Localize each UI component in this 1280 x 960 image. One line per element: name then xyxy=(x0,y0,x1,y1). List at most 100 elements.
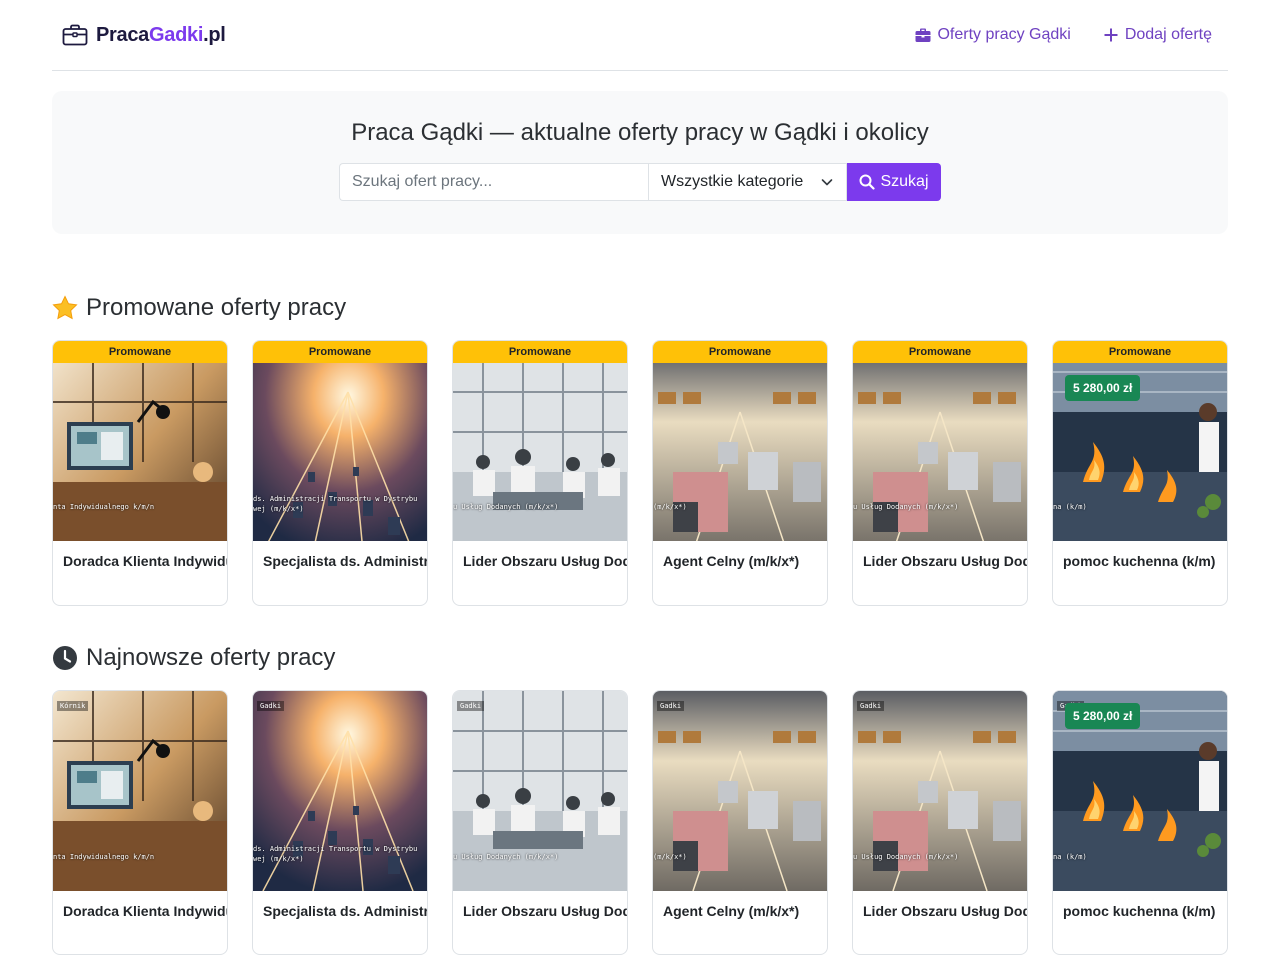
image-title-caption: u Usług Dodanych (m/k/x*) xyxy=(453,503,559,511)
nav-job-offers-link[interactable]: Oferty pracy Gądki xyxy=(915,26,1071,44)
image-title-caption: na (k/m) xyxy=(1053,503,1087,511)
job-offer-illustration xyxy=(653,691,827,891)
job-offer-card[interactable]: Gadki wej (m/k/x*) ds. Administracji Trans… xyxy=(252,690,428,955)
job-offer-image[interactable]: Gadkina (k/m)5 280,00 zł xyxy=(1053,691,1227,891)
newest-title-text: Najnowsze oferty pracy xyxy=(86,644,336,671)
salary-badge: 5 280,00 zł xyxy=(1065,703,1141,729)
promoted-badge: Promowane xyxy=(453,341,627,363)
job-offer-image[interactable]: na (k/m) 5 280,00 zł xyxy=(1053,363,1227,541)
job-offer-card[interactable]: Kórnik nta Indywidualnego k/m/n Doradca Kl… xyxy=(52,690,228,955)
image-location-caption: Gadki xyxy=(457,701,485,711)
search-button-label: Szukaj xyxy=(880,173,929,190)
promoted-badge: Promowane xyxy=(253,341,427,363)
job-offer-illustration xyxy=(53,691,227,891)
job-offer-illustration xyxy=(853,691,1027,891)
job-offer-image[interactable]: u Usług Dodanych (m/k/x*) xyxy=(853,363,1027,541)
image-title-caption: na (k/m) xyxy=(1053,853,1087,861)
promoted-badge: Promowane xyxy=(1053,341,1227,363)
job-offer-card[interactable]: Gadki u Usług Dodanych (m/k/x*) Lider Obsz… xyxy=(852,690,1028,955)
job-offer-title[interactable]: pomoc kuchenna (k/m) xyxy=(1053,541,1227,569)
job-offer-title[interactable]: Lider Obszaru Usług Dodanych (m/k/x*) xyxy=(853,891,1027,919)
image-title-caption: nta Indywidualnego k/m/n xyxy=(53,503,155,511)
job-offer-title[interactable]: Doradca Klienta Indywidualnego k/m/n xyxy=(53,541,227,569)
job-offer-card[interactable]: Promowane (m/k/x*) Agent Celny (m/k/x*) xyxy=(652,340,828,606)
promoted-badge: Promowane xyxy=(53,341,227,363)
page-title: Praca Gądki — aktualne oferty pracy w Gą… xyxy=(351,119,929,146)
image-title-caption: u Usług Dodanych (m/k/x*) xyxy=(453,853,559,861)
image-location-caption: Kórnik xyxy=(57,701,89,711)
job-offer-image[interactable]: Gadki u Usług Dodanych (m/k/x*) xyxy=(453,691,627,891)
job-offer-title[interactable]: Lider Obszaru Usług Dodanych (m/k/x*) xyxy=(453,891,627,919)
job-offer-title[interactable]: Lider Obszaru Usług Dodanych (m/k/x*) xyxy=(853,541,1027,569)
job-offer-card[interactable]: Promowane na (k/m) 5 280,00 zł pomoc kuche… xyxy=(1052,340,1228,606)
logo-part-domain: .pl xyxy=(203,23,226,46)
job-offer-illustration xyxy=(853,363,1027,541)
job-offer-card[interactable]: Gadki u Usług Dodanych (m/k/x*) Lider Obsz… xyxy=(452,690,628,955)
nav-job-offers-label: Oferty pracy Gądki xyxy=(937,26,1071,43)
image-title-caption-line2: wej (m/k/x*) xyxy=(253,505,304,513)
job-offer-image[interactable]: wej (m/k/x*) ds. Administracji Transportu… xyxy=(253,363,427,541)
site-header: PracaGadki.pl Oferty pracy Gądki Dodaj o… xyxy=(52,0,1228,71)
image-title-caption: ds. Administracji Transportu w Dystrybu xyxy=(253,495,418,503)
job-offer-image[interactable]: Gadki (m/k/x*) xyxy=(653,691,827,891)
job-offer-illustration xyxy=(653,363,827,541)
job-offer-title[interactable]: pomoc kuchenna (k/m) xyxy=(1053,891,1227,919)
job-offer-title[interactable]: Doradca Klienta Indywidualnego k/m/n xyxy=(53,891,227,919)
clock-icon xyxy=(53,646,77,670)
job-offer-image[interactable]: Kórnik nta Indywidualnego k/m/n xyxy=(53,691,227,891)
job-offer-title[interactable]: Specjalista ds. Administracji Transportu… xyxy=(253,891,427,919)
briefcase-logo-icon xyxy=(62,24,88,46)
main-nav: Oferty pracy Gądki Dodaj ofertę xyxy=(915,26,1218,44)
search-button[interactable]: Szukaj xyxy=(847,163,941,201)
job-offer-image[interactable]: nta Indywidualnego k/m/n xyxy=(53,363,227,541)
job-offer-title[interactable]: Lider Obszaru Usług Dodanych (m/k/x*) xyxy=(453,541,627,569)
job-offer-card[interactable]: Promowane u Usług Dodanych (m/k/x*) Lider… xyxy=(852,340,1028,606)
image-title-caption: (m/k/x*) xyxy=(653,853,687,861)
job-offer-illustration xyxy=(53,363,227,541)
logo-part-gadki: Gadki xyxy=(149,23,204,46)
newest-section-title: Najnowsze oferty pracy xyxy=(52,644,1228,672)
plus-icon xyxy=(1104,28,1118,42)
image-title-caption: ds. Administracji Transportu w Dystrybu xyxy=(253,845,418,853)
image-location-caption: Gadki xyxy=(857,701,885,711)
category-selected-value: Wszystkie kategorie xyxy=(661,173,804,190)
image-location-caption: Gadki xyxy=(257,701,285,711)
star-icon xyxy=(52,295,78,320)
job-offer-card[interactable]: Promowane u Usług Dodanych (m/k/x*) Lider… xyxy=(452,340,628,606)
hero-search-panel: Praca Gądki — aktualne oferty pracy w Gą… xyxy=(52,91,1228,234)
job-offer-image[interactable]: (m/k/x*) xyxy=(653,363,827,541)
logo-part-praca: Praca xyxy=(96,23,149,46)
category-select[interactable]: Wszystkie kategorie xyxy=(648,163,847,201)
job-offer-illustration xyxy=(453,691,627,891)
nav-add-offer-label: Dodaj ofertę xyxy=(1124,26,1212,43)
image-title-caption-line2: wej (m/k/x*) xyxy=(253,855,304,863)
job-offer-card[interactable]: Promowane nta Indywidualnego k/m/n Doradc… xyxy=(52,340,228,606)
job-offer-image[interactable]: Gadki u Usług Dodanych (m/k/x*) xyxy=(853,691,1027,891)
job-offer-illustration xyxy=(453,363,627,541)
job-offer-card[interactable]: Gadki (m/k/x*) Agent Celny (m/k/x*) xyxy=(652,690,828,955)
promoted-section-title: Promowane oferty pracy xyxy=(52,294,1228,322)
job-offer-card[interactable]: Promowane wej (m/k/x*) ds. Administracji … xyxy=(252,340,428,606)
site-logo[interactable]: PracaGadki.pl xyxy=(62,24,226,47)
job-offer-title[interactable]: Agent Celny (m/k/x*) xyxy=(653,891,827,919)
search-icon xyxy=(859,174,876,190)
image-title-caption: u Usług Dodanych (m/k/x*) xyxy=(853,853,959,861)
promoted-badge: Promowane xyxy=(853,341,1027,363)
job-offer-card[interactable]: Gadkina (k/m)5 280,00 złpomoc kuchenna (… xyxy=(1052,690,1228,955)
chevron-down-icon xyxy=(821,179,833,186)
image-title-caption: nta Indywidualnego k/m/n xyxy=(53,853,155,861)
job-offer-image[interactable]: Gadki wej (m/k/x*) ds. Administracji Trans… xyxy=(253,691,427,891)
image-location-caption: Gadki xyxy=(657,701,685,711)
search-input[interactable] xyxy=(339,163,648,201)
salary-badge: 5 280,00 zł xyxy=(1065,375,1141,401)
promoted-title-text: Promowane oferty pracy xyxy=(86,294,347,321)
job-offer-illustration xyxy=(253,363,427,541)
promoted-offers-list: Promowane nta Indywidualnego k/m/n Doradc… xyxy=(52,340,1228,606)
search-form: Wszystkie kategorie Szukaj xyxy=(339,163,941,201)
promoted-badge: Promowane xyxy=(653,341,827,363)
job-offer-title[interactable]: Specjalista ds. Administracji Transportu… xyxy=(253,541,427,569)
job-offer-title[interactable]: Agent Celny (m/k/x*) xyxy=(653,541,827,569)
newest-offers-list: Kórnik nta Indywidualnego k/m/n Doradca Kl… xyxy=(52,690,1228,955)
nav-add-offer-link[interactable]: Dodaj ofertę xyxy=(1103,26,1212,44)
job-offer-image[interactable]: u Usług Dodanych (m/k/x*) xyxy=(453,363,627,541)
